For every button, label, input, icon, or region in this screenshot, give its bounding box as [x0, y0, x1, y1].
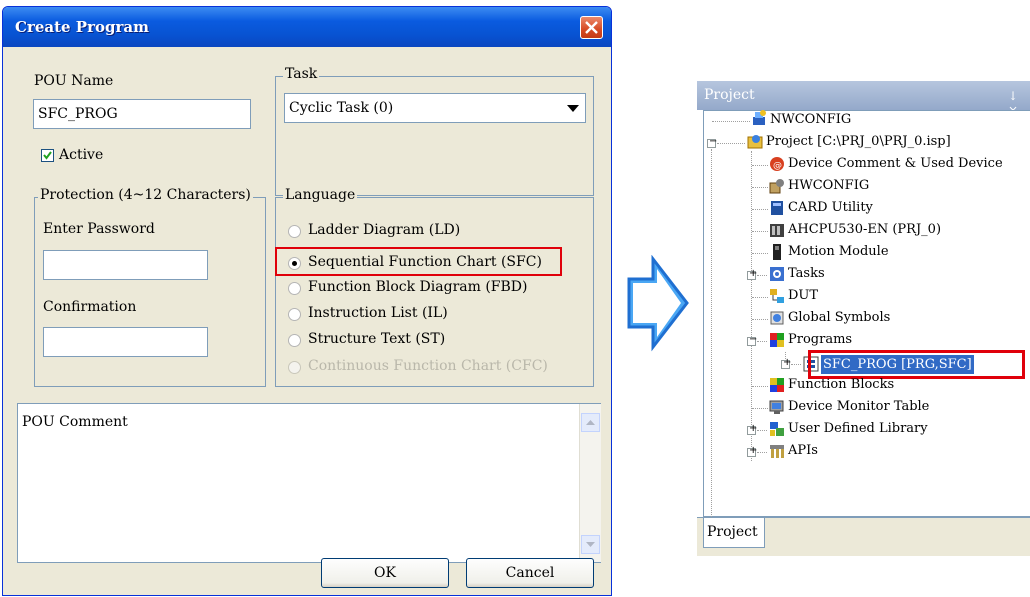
hardware-config-icon — [769, 179, 784, 194]
tree-item-label: User Defined Library — [788, 421, 928, 436]
sfc-prog-highlight-box — [808, 350, 1025, 379]
radio-button[interactable] — [288, 282, 301, 295]
right-arrow-icon — [627, 255, 689, 352]
tree-item-label: APIs — [788, 443, 818, 458]
confirmation-label: Confirmation — [43, 299, 137, 315]
project-panel: Project ↓ × NWCONFIG − Project [C:\PRJ_0… — [697, 81, 1030, 556]
panel-title: Project — [704, 87, 755, 103]
svg-text:@: @ — [773, 161, 782, 171]
radio-button[interactable] — [288, 334, 301, 347]
radio-button[interactable] — [288, 225, 301, 238]
tree-item-label: DUT — [788, 288, 819, 303]
tree-item-label: Function Blocks — [788, 377, 895, 392]
tree-item-label: NWCONFIG — [770, 112, 852, 127]
radio-label: Continuous Function Chart (CFC) — [308, 358, 548, 374]
comment-scrollbar[interactable] — [579, 404, 601, 562]
panel-tab-strip: Project — [697, 517, 1030, 556]
ok-button[interactable]: OK — [321, 558, 449, 588]
project-tree[interactable]: NWCONFIG − Project [C:\PRJ_0\PRJ_0.isp] … — [703, 110, 1030, 529]
tab-label: Project — [707, 524, 758, 540]
expand-toggle[interactable]: + — [747, 423, 757, 435]
expand-toggle[interactable]: + — [781, 357, 791, 369]
task-select[interactable]: Cyclic Task (0) — [284, 93, 586, 123]
collapse-toggle[interactable]: − — [747, 334, 757, 346]
scroll-up-icon — [586, 420, 595, 425]
dut-icon — [770, 289, 784, 303]
radio-button-selected[interactable] — [288, 257, 301, 270]
tree-item-label: Project [C:\PRJ_0\PRJ_0.isp] — [766, 134, 951, 149]
close-button[interactable] — [580, 16, 603, 39]
password-input[interactable] — [43, 250, 208, 280]
device-comment-icon: @ — [770, 157, 784, 171]
radio-label: Instruction List (IL) — [308, 305, 448, 321]
tree-line — [711, 149, 712, 529]
tree-line — [751, 151, 752, 461]
dialog-titlebar[interactable]: Create Program — [3, 7, 611, 47]
active-label: Active — [59, 147, 104, 163]
create-program-dialog: Create Program POU Name SFC_PROG Active … — [2, 6, 612, 596]
tree-item-label: CARD Utility — [788, 200, 873, 215]
tree-item-label: Tasks — [788, 266, 825, 281]
radio-button-disabled — [288, 361, 301, 374]
enter-password-label: Enter Password — [43, 221, 155, 237]
collapse-toggle[interactable]: − — [707, 136, 717, 148]
tab-project[interactable]: Project — [703, 518, 765, 548]
global-symbols-icon — [770, 311, 784, 325]
card-utility-icon — [771, 201, 783, 215]
expand-toggle[interactable]: + — [747, 268, 757, 280]
radio-button[interactable] — [288, 308, 301, 321]
panel-header: Project ↓ × — [697, 81, 1030, 117]
library-icon — [770, 422, 784, 436]
task-label: Task — [283, 66, 320, 82]
tree-item-label: Programs — [788, 332, 853, 347]
tree-item-label: Global Symbols — [788, 310, 891, 325]
cancel-button[interactable]: Cancel — [466, 558, 594, 588]
scroll-down-icon — [586, 542, 595, 547]
expand-toggle[interactable]: + — [747, 445, 757, 457]
confirmation-input[interactable] — [43, 327, 208, 357]
radio-label: Structure Text (ST) — [308, 331, 446, 347]
checkmark-icon — [43, 151, 52, 160]
tree-item-label: Motion Module — [788, 244, 889, 259]
pou-name-input[interactable]: SFC_PROG — [33, 99, 251, 129]
tree-item-label: Device Comment & Used Device — [788, 156, 1003, 171]
pou-comment-text: POU Comment — [22, 414, 128, 430]
dropdown-arrow-icon — [567, 105, 579, 112]
cpu-icon — [770, 224, 784, 237]
network-config-icon — [753, 110, 766, 125]
function-blocks-icon — [770, 378, 784, 392]
language-label: Language — [283, 187, 358, 203]
tree-item-label: AHCPU530-EN (PRJ_0) — [788, 222, 942, 237]
tree-item-label: Device Monitor Table — [788, 399, 930, 414]
radio-label: Sequential Function Chart (SFC) — [308, 254, 542, 270]
tree-item-label: HWCONFIG — [788, 178, 870, 193]
scroll-up-button[interactable] — [581, 413, 600, 432]
pou-name-value: SFC_PROG — [38, 106, 118, 122]
radio-label: Function Block Diagram (FBD) — [308, 279, 528, 295]
close-icon — [585, 21, 598, 34]
dialog-title: Create Program — [15, 18, 149, 36]
programs-icon — [770, 333, 784, 347]
tasks-icon — [770, 267, 784, 281]
project-icon — [747, 135, 763, 149]
device-monitor-icon — [769, 400, 784, 414]
task-value: Cyclic Task (0) — [289, 100, 394, 116]
pou-comment-textarea[interactable]: POU Comment — [17, 403, 601, 563]
scroll-down-button[interactable] — [581, 535, 600, 554]
motion-module-icon — [773, 244, 781, 260]
protection-label: Protection (4~12 Characters) — [38, 187, 253, 203]
pou-name-label: POU Name — [34, 73, 114, 89]
active-checkbox[interactable] — [41, 149, 54, 162]
radio-label: Ladder Diagram (LD) — [308, 222, 461, 238]
apis-icon — [770, 445, 784, 458]
